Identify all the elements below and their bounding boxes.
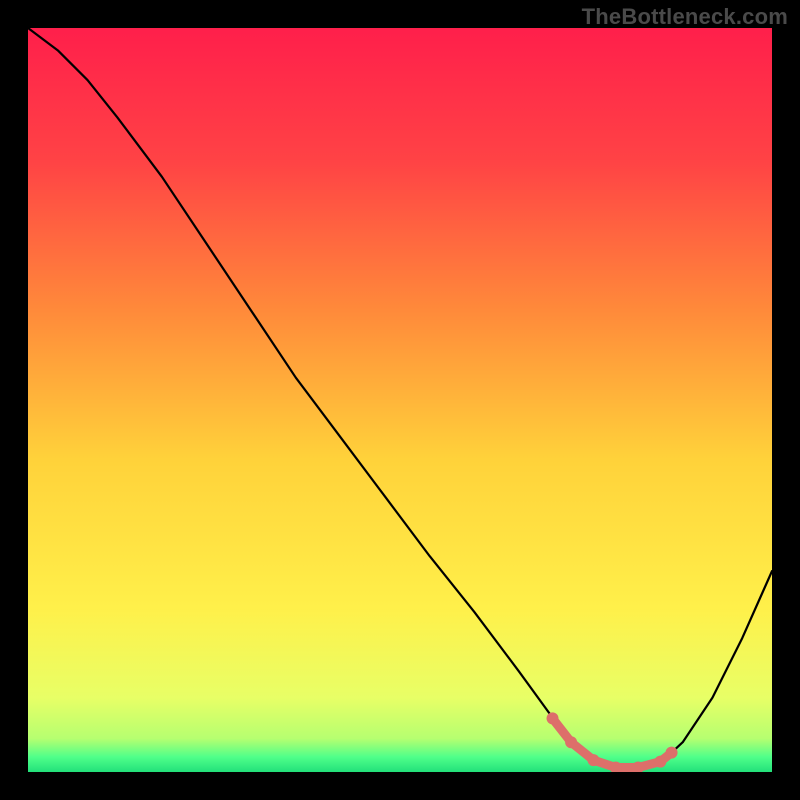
gradient-background (28, 28, 772, 772)
optimal-region-dot (565, 736, 577, 748)
optimal-region-dot (587, 754, 599, 766)
chart-plot-area (28, 28, 772, 772)
chart-svg (28, 28, 772, 772)
optimal-region-dot (666, 747, 678, 759)
optimal-region-dot (654, 756, 666, 768)
optimal-region-dot (547, 712, 559, 724)
chart-frame: TheBottleneck.com (0, 0, 800, 800)
watermark-text: TheBottleneck.com (582, 4, 788, 30)
